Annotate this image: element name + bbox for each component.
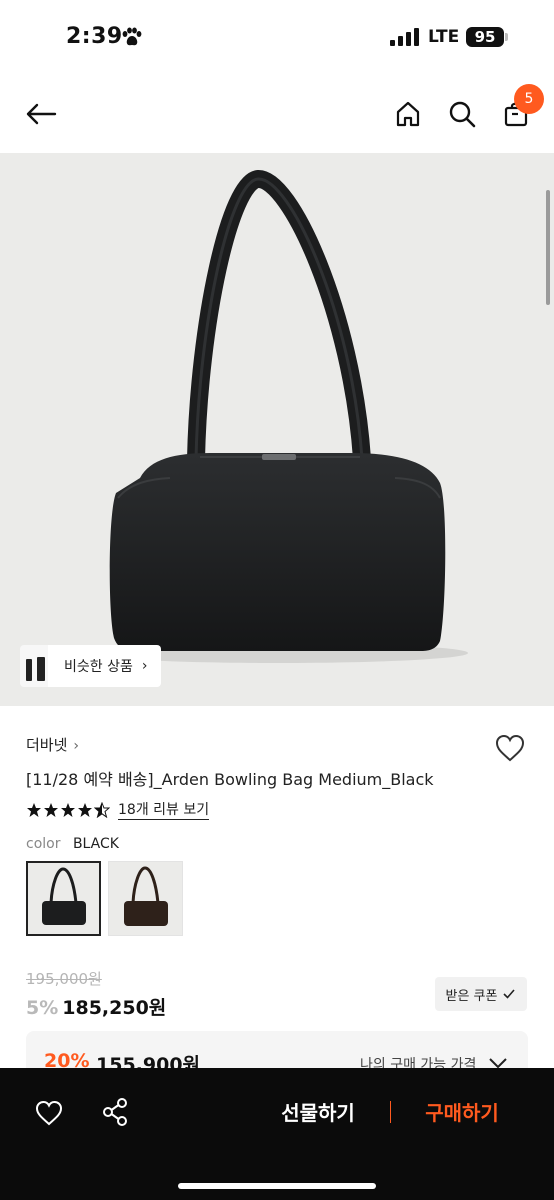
color-swatch-black[interactable] xyxy=(26,861,101,936)
image-scrollbar[interactable] xyxy=(546,190,550,305)
bottom-action-bar: 선물하기 구매하기 xyxy=(0,1068,554,1200)
color-swatch-brown[interactable] xyxy=(108,861,183,936)
coupon-button[interactable]: 받은 쿠폰 xyxy=(435,977,527,1011)
heart-icon[interactable] xyxy=(494,733,526,763)
star-icon xyxy=(61,803,75,817)
color-row: color BLACK xyxy=(26,836,119,852)
star-icon xyxy=(78,803,92,817)
cart-count-badge: 5 xyxy=(514,84,544,114)
star-rating xyxy=(26,802,110,818)
bag-thumbnail-icon xyxy=(26,657,45,681)
similar-products-button[interactable]: 비슷한 상품 › xyxy=(20,645,162,687)
search-icon xyxy=(449,101,476,128)
sale-price: 185,250원 xyxy=(62,997,167,1019)
star-icon xyxy=(44,803,58,817)
rating-row: 18개 리뷰 보기 xyxy=(26,799,210,821)
coupon-label: 받은 쿠폰 xyxy=(445,988,498,1004)
home-icon xyxy=(396,101,420,127)
buy-button[interactable]: 구매하기 xyxy=(414,1097,510,1129)
home-button[interactable] xyxy=(390,96,426,132)
check-icon xyxy=(503,989,516,999)
color-value: BLACK xyxy=(72,836,119,852)
top-nav xyxy=(0,82,554,150)
bowling-bag-image xyxy=(88,170,468,663)
brown-bag-thumbnail xyxy=(124,866,168,926)
status-time: 2:39 xyxy=(66,24,123,49)
chevron-right-icon: › xyxy=(73,738,80,754)
network-label: LTE xyxy=(428,27,460,47)
similar-products-label: 비슷한 상품 › xyxy=(48,645,162,687)
similar-thumbnails xyxy=(20,645,48,687)
review-link[interactable]: 18개 리뷰 보기 xyxy=(118,801,210,820)
brand-link[interactable]: 더바넷 › xyxy=(26,734,79,755)
status-bar: 2:39 LTE 95 xyxy=(0,0,554,76)
discount-rate: 5% xyxy=(26,997,59,1019)
brand-name: 더바넷 xyxy=(26,736,68,754)
half-star-icon xyxy=(94,802,110,818)
home-indicator[interactable] xyxy=(178,1183,376,1189)
product-title: [11/28 예약 배송]_Arden Bowling Bag Medium_B… xyxy=(26,770,434,789)
battery-cap xyxy=(505,33,508,41)
arrow-left-icon xyxy=(26,103,57,125)
action-divider xyxy=(390,1101,391,1123)
paw-icon xyxy=(122,27,142,46)
chevron-right-icon: › xyxy=(141,658,148,674)
black-bag-thumbnail xyxy=(42,867,86,925)
battery-icon: 95 xyxy=(466,27,504,47)
color-label: color xyxy=(26,836,61,852)
heart-icon[interactable] xyxy=(34,1099,64,1127)
share-icon[interactable] xyxy=(101,1097,129,1127)
battery-level: 95 xyxy=(474,28,496,46)
signal-icon xyxy=(390,28,419,46)
original-price: 195,000원 xyxy=(26,970,102,988)
search-button[interactable] xyxy=(444,96,480,132)
product-image[interactable] xyxy=(0,153,554,706)
sale-price-row: 5% 185,250원 xyxy=(26,993,166,1020)
star-icon xyxy=(27,803,41,817)
back-button[interactable] xyxy=(23,96,59,132)
similar-label-text: 비슷한 상품 xyxy=(64,659,133,675)
gift-button[interactable]: 선물하기 xyxy=(270,1097,366,1129)
